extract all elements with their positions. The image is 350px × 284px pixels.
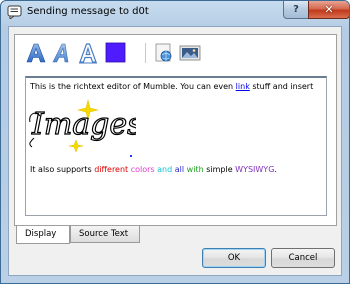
word-simple: simple: [206, 165, 233, 174]
color-square-icon[interactable]: [105, 42, 127, 64]
colored-word-wysiwyg: WYSIWYG: [235, 165, 275, 174]
richtext-content[interactable]: This is the richtext editor of Mumble. Y…: [25, 76, 327, 216]
window-title: Sending message to d0t: [27, 6, 149, 17]
color-dot: [130, 155, 132, 157]
title-bar[interactable]: Sending message to d0t ? ✕: [1, 1, 349, 25]
message-dialog: Sending message to d0t ? ✕ This is the r…: [0, 0, 350, 284]
tab-source-text[interactable]: Source Text: [70, 226, 140, 243]
colored-word-and: and: [157, 165, 173, 174]
outline-a-icon[interactable]: [77, 42, 99, 64]
sample-link[interactable]: link: [236, 82, 250, 91]
text-line-2: It also supports different colors and al…: [30, 164, 277, 175]
text-prefix: This is the richtext editor of Mumble. Y…: [30, 82, 236, 91]
text-prefix-2: It also supports: [30, 165, 95, 174]
cancel-button[interactable]: Cancel: [271, 248, 335, 268]
colored-word-all: all: [174, 165, 185, 174]
help-button[interactable]: ?: [283, 1, 309, 19]
insert-image-icon[interactable]: [179, 42, 201, 64]
toolbar-separator: [145, 43, 146, 63]
images-picture: Images: [29, 99, 136, 152]
close-button[interactable]: ✕: [308, 1, 349, 19]
text-line-1: This is the richtext editor of Mumble. Y…: [30, 81, 313, 92]
speech-bubble-icon: [7, 5, 22, 19]
dialog-body: This is the richtext editor of Mumble. Y…: [8, 26, 342, 276]
text-suffix: stuff and insert: [249, 82, 314, 91]
colored-word-with: with: [186, 165, 204, 174]
period: .: [274, 165, 277, 174]
bold-a-icon[interactable]: [25, 42, 47, 64]
insert-link-icon[interactable]: [153, 42, 175, 64]
images-art-text: Images: [31, 107, 136, 142]
colored-word-colors: colors: [130, 165, 155, 174]
tab-display[interactable]: Display: [16, 226, 70, 244]
ok-button[interactable]: OK: [202, 248, 266, 268]
colored-word-different: different: [94, 165, 129, 174]
editor-frame: This is the richtext editor of Mumble. Y…: [14, 34, 337, 226]
italic-a-icon[interactable]: [51, 42, 73, 64]
